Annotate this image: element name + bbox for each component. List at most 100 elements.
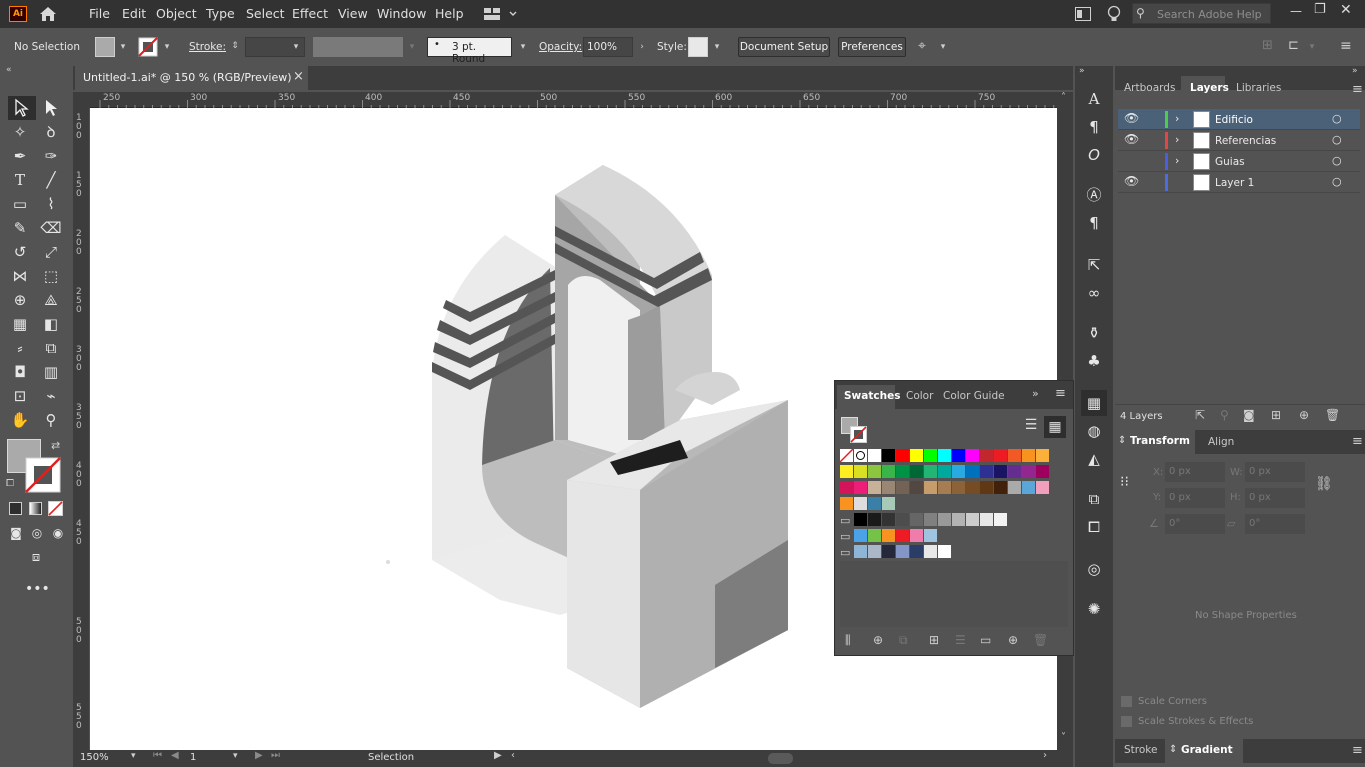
align-grid-icon[interactable]: ⊞ [1262,38,1273,53]
tab-color-guide[interactable]: Color Guide [943,390,1005,402]
search-box[interactable]: ⚲ Search Adobe Help [1132,3,1271,24]
scroll-right-icon[interactable]: › [1043,750,1047,761]
previous-artboard-icon[interactable]: ◀ [171,750,179,761]
document-tab[interactable]: Untitled-1.ai* @ 150 % (RGB/Preview) × [75,66,308,90]
edit-color-group-icon[interactable]: ☰ [955,633,966,647]
layer-row-layer-1[interactable]: 👁 Layer 1 ○ [1118,172,1360,193]
stroke-dropdown-chevron-icon[interactable]: ▾ [161,38,173,56]
blend-tool-icon[interactable]: ⧉ [40,337,62,359]
menu-edit[interactable]: Edit [122,6,146,21]
align-chevron-icon[interactable]: ▾ [1306,38,1318,56]
slice-tool-icon[interactable]: ⌁ [40,385,62,407]
pen-tool-icon[interactable]: ✒ [9,145,31,167]
target-circle-icon[interactable]: ○ [1332,154,1342,167]
close-window-icon[interactable]: ✕ [1340,2,1352,18]
collapse-panel-icon[interactable]: » [1032,387,1039,400]
paintbrush-tool-icon[interactable]: ⌇ [40,193,62,215]
color-panel-icon[interactable]: ◍ [1083,420,1105,442]
last-artboard-icon[interactable]: ⏭ [271,750,280,761]
preferences-button[interactable]: Preferences [838,37,906,57]
tab-libraries[interactable]: Libraries [1236,82,1281,94]
stroke-label[interactable]: Stroke: [189,41,226,53]
transform-panel-menu-icon[interactable]: ≡ [1352,434,1363,449]
align-options-icon[interactable]: ⊏ [1288,38,1299,53]
fill-swatch[interactable] [95,37,115,57]
expand-chevron-icon[interactable]: › [1175,112,1179,125]
target-circle-icon[interactable]: ○ [1332,112,1342,125]
make-clipping-mask-icon[interactable]: ◙ [1243,408,1255,422]
type-tool-icon[interactable]: T [9,169,31,191]
menu-file[interactable]: File [89,6,110,21]
artboard-number-field[interactable]: 1 [188,752,238,766]
vertical-ruler[interactable]: 1 0 0 1 5 0 2 0 0 2 5 0 3 0 0 3 5 0 4 0 … [73,108,89,750]
rotate-tool-icon[interactable]: ↺ [9,241,31,263]
pathfinder-panel-icon[interactable]: ⧉ [1083,488,1105,510]
w-input[interactable]: 0 px [1245,462,1305,482]
layers-panel-menu-icon[interactable]: ≡ [1352,82,1363,97]
new-folder-icon[interactable]: ▭ [980,633,991,647]
symbol-sprayer-tool-icon[interactable]: ◘ [9,361,31,383]
screen-mode-icon[interactable]: ⧈ [25,547,47,569]
appearance-panel-icon[interactable]: ◎ [1083,558,1105,580]
tab-artboards[interactable]: Artboards [1124,82,1175,94]
scale-tool-icon[interactable]: ⤢ [40,241,62,263]
menu-object[interactable]: Object [156,6,197,21]
target-circle-icon[interactable]: ○ [1332,133,1342,146]
quick-actions-chevron-icon[interactable]: ▾ [937,38,949,56]
menu-select[interactable]: Select [246,6,285,21]
none-mode-icon[interactable] [48,501,63,516]
visibility-eye-icon[interactable]: 👁 [1124,111,1139,125]
h-input[interactable]: 0 px [1245,488,1305,508]
draw-inside-icon[interactable]: ◉ [47,522,69,544]
opacity-input[interactable]: 100% [583,37,633,57]
rectangle-tool-icon[interactable]: ▭ [9,193,31,215]
brush-chevron-icon[interactable]: ▾ [517,38,529,56]
tab-transform-active[interactable]: ⇕ Transform [1115,430,1195,454]
draw-normal-icon[interactable]: ◙ [5,522,27,544]
brush-definition[interactable]: • 3 pt. Round [427,37,512,65]
symbols-panel-icon[interactable]: ♣ [1083,350,1105,372]
minimize-icon[interactable]: — [1290,4,1302,18]
new-layer-icon[interactable]: ⊕ [1299,408,1309,422]
gradient-panel-menu-icon[interactable]: ≡ [1352,743,1363,758]
collapse-arrows-icon[interactable]: ⇕ [1169,744,1177,755]
menu-window[interactable]: Window [377,6,426,21]
color-mode-button[interactable] [9,502,22,515]
list-view-icon[interactable]: ☰ [1021,417,1041,437]
stroke-color-box-none-icon[interactable] [25,457,61,493]
column-graph-tool-icon[interactable]: ▥ [40,361,62,383]
magic-wand-tool-icon[interactable]: ✧ [9,121,31,143]
opacity-label[interactable]: Opacity: [539,41,582,53]
shaper-tool-icon[interactable]: ✎ [9,217,31,239]
visibility-eye-icon[interactable]: 👁 [1124,132,1139,146]
collect-for-export-icon[interactable]: ⇱ [1195,408,1205,422]
create-sublayer-icon[interactable]: ⊞ [1271,408,1281,422]
stroke-stepper-icon[interactable]: ⇕ [229,37,241,55]
tab-swatches-active[interactable]: Swatches [837,385,900,409]
show-swatch-kinds-icon[interactable]: ⊕ [873,633,883,647]
stroke-weight-chevron-icon[interactable]: ▾ [290,38,302,56]
paragraph-styles-icon[interactable]: ¶ [1083,212,1105,234]
brushes-panel-icon[interactable]: ⚱ [1083,322,1105,344]
curvature-tool-icon[interactable]: ✑ [40,145,62,167]
line-segment-tool-icon[interactable]: ╱ [40,169,62,191]
visibility-eye-icon[interactable]: 👁 [1124,174,1139,188]
layer-name[interactable]: Edificio [1215,114,1253,126]
width-tool-icon[interactable]: ⋈ [9,265,31,287]
perspective-grid-tool-icon[interactable]: ⟁ [40,289,62,311]
delete-swatch-icon[interactable]: 🗑 [1033,633,1048,647]
opentype-panel-icon[interactable]: O [1083,144,1105,166]
x-input[interactable]: 0 px [1165,462,1225,482]
new-swatch-icon[interactable]: ⊕ [1008,633,1018,647]
scroll-up-icon[interactable]: ˄ [1061,92,1066,103]
fill-dropdown-chevron-icon[interactable]: ▾ [117,38,129,56]
rotate-input[interactable]: 0° [1165,514,1225,534]
collapse-toolbar-icon[interactable]: « [6,65,12,75]
tab-layers-active[interactable]: Layers [1181,76,1229,102]
swatch-libraries-menu-icon[interactable]: ⫼ [845,633,851,648]
scale-strokes-checkbox[interactable] [1121,716,1132,727]
color-guide-panel-icon[interactable]: ◭ [1083,448,1105,470]
selection-tool-icon[interactable] [12,98,32,118]
status-menu-arrow-icon[interactable]: ▶ [494,750,502,761]
expand-chevron-icon[interactable]: › [1175,154,1179,167]
